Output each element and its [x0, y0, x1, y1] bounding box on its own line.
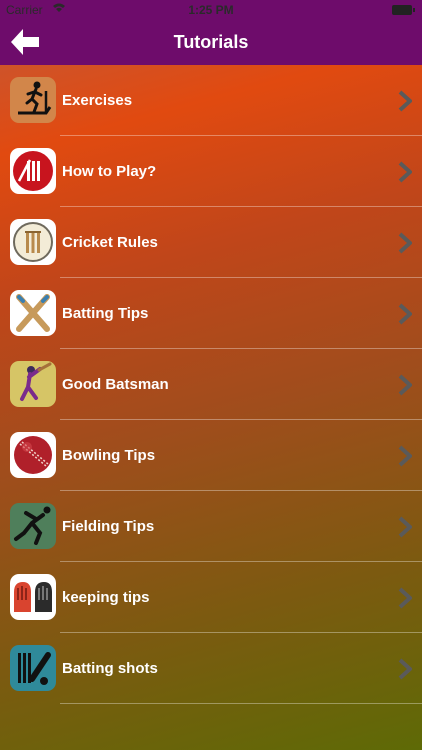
chevron-right-icon	[398, 232, 412, 254]
keeping-gloves-icon	[10, 574, 56, 620]
list-item-good-batsman[interactable]: Good Batsman	[0, 349, 422, 420]
chevron-right-icon	[398, 516, 412, 538]
cricket-ball-icon	[10, 432, 56, 478]
chevron-right-icon	[398, 587, 412, 609]
chevron-right-icon	[398, 658, 412, 680]
crossed-bats-icon	[10, 290, 56, 336]
status-time: 1:25 PM	[188, 3, 234, 17]
chevron-right-icon	[398, 445, 412, 467]
chevron-right-icon	[398, 161, 412, 183]
batting-shot-icon	[10, 645, 56, 691]
battery-icon	[392, 5, 415, 15]
list-item-label: Good Batsman	[62, 376, 169, 393]
back-button[interactable]	[8, 26, 42, 58]
list-item-label: Cricket Rules	[62, 234, 158, 251]
list-item-how-to-play[interactable]: How to Play?	[0, 136, 422, 207]
list-item-label: Fielding Tips	[62, 518, 155, 535]
list-item-label: How to Play?	[62, 163, 157, 180]
status-bar: Carrier 1:25 PM	[0, 0, 422, 20]
list-item-label: Bowling Tips	[62, 447, 156, 464]
list-item-keeping-tips[interactable]: keeping tips	[0, 562, 422, 633]
batsman-icon	[10, 361, 56, 407]
list-item-label: Exercises	[62, 92, 133, 109]
list-item-exercises[interactable]: Exercises	[0, 65, 422, 136]
stumps-icon	[10, 219, 56, 265]
list-item-label: Batting shots	[62, 660, 158, 677]
fielder-icon	[10, 503, 56, 549]
chevron-right-icon	[398, 303, 412, 325]
list-item-fielding-tips[interactable]: Fielding Tips	[0, 491, 422, 562]
list-item-bowling-tips[interactable]: Bowling Tips	[0, 420, 422, 491]
list-item-label: Batting Tips	[62, 305, 149, 322]
list-item-batting-shots[interactable]: Batting shots	[0, 633, 422, 704]
list-item-batting-tips[interactable]: Batting Tips	[0, 278, 422, 349]
treadmill-icon	[10, 77, 56, 123]
tutorials-list: Exercises How to Play? Cricket Rules Bat…	[0, 65, 422, 704]
chevron-right-icon	[398, 374, 412, 396]
list-item-cricket-rules[interactable]: Cricket Rules	[0, 207, 422, 278]
navigation-bar: Tutorials	[0, 20, 422, 65]
chevron-right-icon	[398, 90, 412, 112]
page-title: Tutorials	[173, 32, 249, 52]
cricket-logo-icon	[10, 148, 56, 194]
list-item-label: keeping tips	[62, 589, 150, 606]
arrow-left-icon	[11, 29, 39, 55]
